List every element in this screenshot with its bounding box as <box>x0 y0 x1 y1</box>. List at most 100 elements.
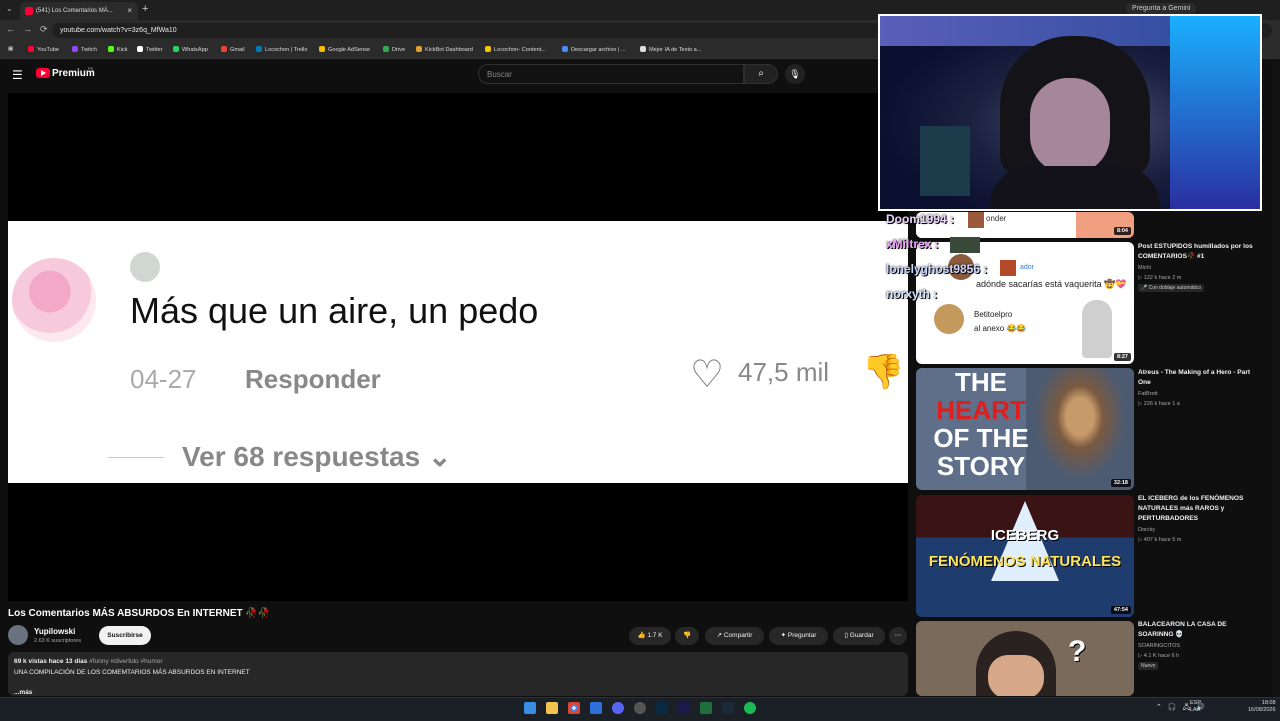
premiere-icon[interactable] <box>678 702 690 714</box>
comment-emoji-icon <box>130 252 160 282</box>
search-icon: ⌕ <box>758 68 764 79</box>
sidebar-title[interactable]: BALACEARON LA CASA DE SOARINNG 💀 <box>1138 620 1256 640</box>
photoshop-icon[interactable] <box>656 702 668 714</box>
search-placeholder: Buscar <box>487 70 512 79</box>
divider <box>108 457 164 458</box>
page-scrollbar[interactable] <box>1272 60 1280 697</box>
thumb-text: HEART <box>936 395 1026 425</box>
thumb-text: THE <box>955 368 1007 397</box>
discord-icon[interactable] <box>612 702 624 714</box>
menu-icon[interactable]: ☰ <box>12 68 23 82</box>
dub-badge: 🎤 Con doblaje automático <box>1138 284 1205 292</box>
subscriber-count: 2.63 K suscriptores <box>34 638 82 644</box>
sidebar-channel[interactable]: Michi <box>1138 264 1151 272</box>
browser-tab[interactable]: (541) Los Comentarios MÁ... × <box>20 2 138 20</box>
apps-icon[interactable]: ▦ <box>8 46 13 52</box>
obs-icon[interactable] <box>634 702 646 714</box>
clock[interactable]: 18:08 16/08/2026 <box>1248 700 1276 714</box>
sidebar-title[interactable]: EL ICEBERG de los FENÓMENOS NATURALES má… <box>1138 494 1256 524</box>
video-title: Los Comentarios MÁS ABSURDOS En INTERNET… <box>8 608 271 619</box>
frame-likes: 47,5 mil <box>738 357 830 387</box>
thumb-text: al anexo 😂😂 <box>974 324 1027 333</box>
bookmark-kickbot[interactable]: KickBot Dashboard <box>416 46 473 53</box>
channel-avatar[interactable] <box>8 625 28 645</box>
share-button[interactable]: ↗ Compartir <box>705 627 764 645</box>
duration: 32:18 <box>1110 479 1131 487</box>
sidebar-title[interactable]: Post ESTUPIDOS humillados por los COMENT… <box>1138 242 1256 262</box>
youtube-logo-icon[interactable] <box>36 68 50 78</box>
sidebar-thumb-4[interactable]: ICEBERG FENÓMENOS NATURALES 47:54 <box>916 495 1134 617</box>
subscribe-button[interactable]: Suscribirse <box>99 626 151 645</box>
bookmark-youtube[interactable]: YouTube <box>28 46 59 53</box>
gemini-button[interactable]: Pregunta a Gemini <box>1126 3 1197 14</box>
chat-user: Doom1994 : <box>886 212 955 226</box>
frame-view-replies: Ver 68 respuestas ⌄ <box>182 441 452 472</box>
nav-icons[interactable]: ←→⟳ <box>6 24 56 35</box>
spotify-icon[interactable] <box>744 702 756 714</box>
bookmark-gmail[interactable]: Gmail <box>221 46 245 53</box>
webcam-overlay <box>878 14 1262 211</box>
bookmark-ia[interactable]: Mejor IA de Texto a... <box>640 46 701 53</box>
frame-dislike-icon: 👎 <box>862 353 905 391</box>
start-icon[interactable] <box>524 702 536 714</box>
like-count: 1.7 K <box>647 632 663 639</box>
bookmark-trello[interactable]: Locochon | Trello <box>256 46 308 53</box>
language-indicator[interactable]: ESP LAA <box>1190 700 1201 714</box>
close-tab-icon[interactable]: × <box>127 2 132 20</box>
comment-avatar <box>12 258 96 342</box>
thumb-text: STORY <box>936 451 1026 481</box>
like-button[interactable]: 👍 1.7 K <box>629 627 671 645</box>
tab-title: (541) Los Comentarios MÁ... <box>36 8 113 14</box>
excel-icon[interactable] <box>700 702 712 714</box>
sidebar-channel[interactable]: FatBrett <box>1138 390 1158 398</box>
bookmark-adsense[interactable]: Google AdSense <box>319 46 370 53</box>
channel-name[interactable]: Yupilowski <box>34 627 75 636</box>
new-badge: Nuevo <box>1138 662 1159 670</box>
more-actions-icon[interactable]: ⋯ <box>889 627 907 645</box>
thumb-text: onder <box>986 214 1007 223</box>
sidebar-title[interactable]: Atreus - The Making of a Hero - Part One <box>1138 368 1256 388</box>
app-icon[interactable] <box>590 702 602 714</box>
dislike-button[interactable]: 👎 <box>675 627 699 645</box>
duration: 47:54 <box>1110 606 1131 614</box>
sidebar-meta: ▷ 122 k hace 2 m <box>1138 275 1182 281</box>
bookmark-drive[interactable]: Drive <box>383 46 405 53</box>
sidebar-thumb-3[interactable]: THE HEART OF THE STORY 32:18 <box>916 368 1134 490</box>
bookmark-locochon-content[interactable]: Locochon- Content... <box>485 46 546 53</box>
thumb-text: OF THE <box>933 423 1029 453</box>
thumb-text: Betitoelpro <box>974 310 1013 319</box>
more-link[interactable]: ...más <box>14 689 32 696</box>
bookmark-descargar[interactable]: Descargar archivo | ... <box>562 46 626 53</box>
file-explorer-icon[interactable] <box>546 702 558 714</box>
thumb-text: ador <box>1020 264 1035 271</box>
url-text: youtube.com/watch?v=3z6q_MfWa10 <box>60 27 177 34</box>
steam-icon[interactable] <box>722 702 734 714</box>
tab-search-icon[interactable]: ⌄ <box>6 4 13 13</box>
search-button[interactable]: ⌕ <box>744 64 778 84</box>
bookmark-twitch[interactable]: Twitch <box>72 46 97 53</box>
bookmark-kick[interactable]: Kick <box>108 46 128 53</box>
thumb-text: adónde sacarías está vaquerita 🤠💝 <box>976 279 1127 289</box>
voice-search-icon[interactable]: 🎙 <box>785 64 805 84</box>
search-input[interactable]: Buscar <box>478 64 744 84</box>
sidebar-channel[interactable]: SOARINGCITOS <box>1138 642 1180 650</box>
sidebar-thumb-5[interactable]: ? <box>916 621 1134 696</box>
bookmark-twitter[interactable]: Twitter <box>137 46 162 53</box>
duration: 8:04 <box>1113 227 1131 235</box>
country-code: PE <box>88 66 94 71</box>
views-date: 69 k vistas hace 13 días <box>14 658 88 665</box>
description-box[interactable]: 69 k vistas hace 13 días #funny #diverti… <box>8 652 908 696</box>
sidebar-meta: ▷ 226 k hace 1 a <box>1138 401 1180 407</box>
save-button[interactable]: ▯ Guardar <box>833 627 885 645</box>
bookmark-whatsapp[interactable]: WhatsApp <box>173 46 208 53</box>
chat-emote <box>950 237 980 253</box>
ask-button[interactable]: ✦ Preguntar <box>769 627 828 645</box>
hashtags[interactable]: #funny #divertido #humor <box>89 658 162 665</box>
new-tab-icon[interactable]: + <box>142 3 148 15</box>
sidebar-channel[interactable]: Dorcky <box>1138 526 1155 534</box>
system-tray[interactable]: ⌃🎧🖧🔊 <box>1156 703 1211 714</box>
sidebar-thumb-2[interactable]: ador adónde sacarías está vaquerita 🤠💝 B… <box>916 242 1134 364</box>
thumb-text: ICEBERG <box>990 527 1060 544</box>
chat-user: lonelyghost9856 : <box>886 262 988 276</box>
chrome-icon[interactable] <box>568 702 580 714</box>
